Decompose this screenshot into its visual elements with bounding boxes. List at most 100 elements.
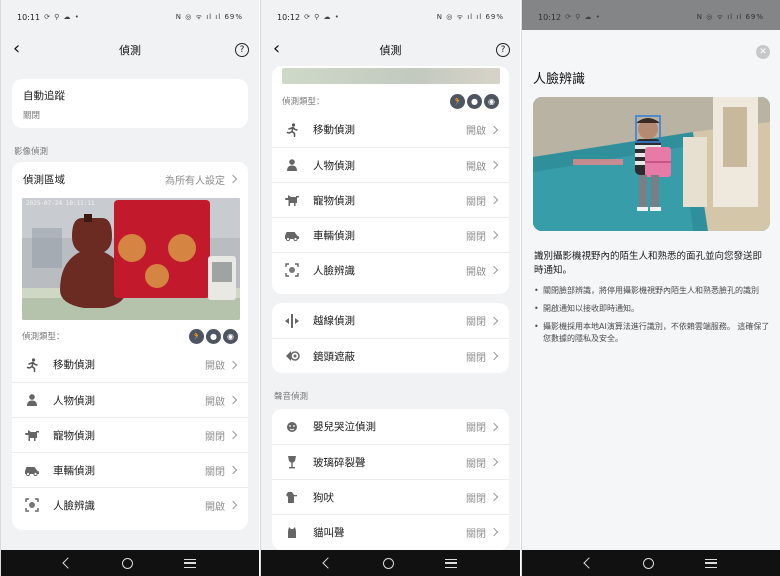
nav-recents-icon[interactable]: [183, 558, 196, 568]
phone-screen-face-recognition-info: 10:12 ⟳ ⚲ ☁ • N ◎ ᯤ ıl ıl 69% ✕ 人臉辨識 識別攝…: [521, 0, 780, 576]
row-face-recognition[interactable]: 人臉辨識 開啟: [272, 252, 509, 287]
back-icon[interactable]: ‹: [13, 40, 20, 58]
chevron-right-icon: [489, 492, 499, 502]
face-recognition-illustration: [533, 97, 770, 231]
dog-icon: [283, 191, 301, 209]
face-recognition-dialog: ✕ 人臉辨識 識別攝影機視野內的陌生人和熟悉的面孔並向您發送即時通知。 • 關閉…: [522, 30, 780, 550]
row-label: 寵物偵測: [53, 429, 95, 442]
row-vehicle-detection[interactable]: 車輛偵測 關閉: [12, 452, 248, 487]
detection-zone-row[interactable]: 偵測區域 為所有人設定: [12, 162, 248, 196]
running-person-icon: 🏃: [189, 328, 204, 344]
row-dog-bark[interactable]: 狗吠 關閉: [272, 479, 509, 514]
row-value: 開啟: [466, 126, 486, 137]
page-title: 偵測: [379, 44, 402, 57]
back-icon[interactable]: ‹: [273, 40, 280, 58]
face-scan-icon: ◉: [223, 328, 238, 344]
status-battery: 69%: [745, 12, 764, 21]
row-face-recognition[interactable]: 人臉辨識 開啟: [12, 487, 248, 522]
chevron-right-icon: [489, 265, 499, 275]
camera-preview[interactable]: 2025-07-24 10:11:11: [22, 198, 240, 320]
nav-home-icon[interactable]: [122, 557, 134, 569]
line-and-lens-card: 越線偵測 關閉 鏡頭遮蔽 關閉: [272, 303, 509, 373]
nav-recents-icon[interactable]: [444, 558, 457, 568]
auto-track-label: 自動追蹤: [23, 90, 65, 102]
row-lens-cover[interactable]: 鏡頭遮蔽 關閉: [272, 338, 509, 373]
status-battery: 69%: [485, 12, 504, 21]
row-pet-detection[interactable]: 寵物偵測 關閉: [272, 182, 509, 217]
chevron-right-icon: [489, 230, 499, 240]
row-value: 開啟: [466, 266, 486, 278]
audio-detection-card: 嬰兒哭泣偵測 關閉 玻璃碎裂聲 關閉 狗吠 關閉 貓叫聲 關閉: [272, 409, 509, 550]
row-value: 關閉: [466, 423, 486, 434]
row-cat-meow[interactable]: 貓叫聲 關閉: [272, 514, 509, 549]
row-motion-detection[interactable]: 移動偵測 開啟: [12, 347, 248, 382]
detection-zone-label: 偵測區域: [23, 173, 65, 186]
nav-back-icon[interactable]: [62, 557, 74, 569]
barking-dog-icon: [283, 488, 301, 506]
android-nav-bar: [522, 550, 780, 576]
status-signal-icons: N ◎ ᯤ ıl ıl: [175, 12, 222, 21]
detection-rows: 移動偵測 開啟 人物偵測 開啟 寵物偵測 關閉 車輛偵測 關閉 人臉辨識 開啟: [12, 347, 248, 522]
status-signal-icons: N ◎ ᯤ ıl ıl: [436, 12, 483, 21]
status-notification-icons: ⟳ ⚲ ☁ •: [44, 13, 80, 21]
chevron-right-icon: [228, 430, 238, 440]
chevron-right-icon: [228, 465, 238, 475]
detection-rows: 移動偵測 開啟 人物偵測 開啟 寵物偵測 關閉 車輛偵測 關閉 人臉辨識 開啟: [272, 112, 509, 287]
close-icon[interactable]: ✕: [756, 45, 770, 59]
row-line-crossing[interactable]: 越線偵測 關閉: [272, 303, 509, 338]
info-bullets: 關閉臉部辨識，將停用攝影機視野內陌生人和熟悉臉孔的識別 開啟通知以接收即時通知。…: [534, 285, 772, 351]
detection-types-header: 偵測類型： 🏃 ● ◉: [272, 90, 509, 112]
status-battery: 69%: [224, 12, 243, 21]
row-label: 移動偵測: [53, 359, 95, 371]
nav-recents-icon[interactable]: [704, 558, 717, 568]
detection-zone-value: 為所有人設定: [165, 175, 225, 187]
nav-home-icon[interactable]: [643, 557, 655, 569]
help-icon[interactable]: ?: [235, 43, 249, 57]
row-person-detection[interactable]: 人物偵測 開啟: [12, 382, 248, 417]
person-icon: ●: [467, 93, 482, 109]
row-pet-detection[interactable]: 寵物偵測 關閉: [12, 417, 248, 452]
row-motion-detection[interactable]: 移動偵測 開啟: [272, 112, 509, 147]
detection-type-list: 偵測類型： 🏃 ● ◉ 移動偵測 開啟 人物偵測 開啟 寵物偵測 關閉 車輛偵測…: [12, 325, 248, 530]
row-label: 嬰兒哭泣偵測: [313, 421, 376, 433]
wine-glass-icon: [283, 453, 301, 471]
row-value: 關閉: [466, 317, 486, 328]
nav-home-icon[interactable]: [382, 557, 394, 569]
top-bar: ‹ 偵測 ?: [1, 34, 259, 66]
running-person-icon: 🏃: [450, 93, 465, 109]
detection-types-icons: 🏃 ● ◉: [189, 328, 238, 344]
chevron-right-icon: [489, 351, 499, 361]
page-title: 偵測: [119, 44, 141, 57]
row-value: 開啟: [466, 161, 486, 173]
row-label: 車輛偵測: [313, 229, 355, 242]
camera-scene-image: [22, 198, 240, 320]
section-video-detection: 影像偵測: [14, 147, 49, 157]
status-signal-icons: N ◎ ᯤ ıl ıl: [696, 12, 743, 21]
row-baby-cry[interactable]: 嬰兒哭泣偵測 關閉: [272, 409, 509, 444]
phone-screen-detection-2: 10:12 ⟳ ⚲ ☁ • N ◎ ᯤ ıl ıl 69% ‹ 偵測 ? 偵測類…: [260, 0, 520, 576]
row-label: 人物偵測: [53, 394, 95, 407]
row-value: 關閉: [466, 352, 486, 364]
nav-back-icon[interactable]: [583, 557, 595, 569]
android-nav-bar: [261, 550, 520, 576]
row-label: 寵物偵測: [313, 194, 355, 207]
chevron-right-icon: [489, 125, 499, 134]
row-vehicle-detection[interactable]: 車輛偵測 關閉: [272, 217, 509, 252]
camera-timestamp: 2025-07-24 10:11:11: [26, 200, 95, 207]
chevron-right-icon: [228, 360, 238, 369]
row-glass-break[interactable]: 玻璃碎裂聲 關閉: [272, 444, 509, 479]
row-value: 關閉: [205, 466, 225, 478]
detection-types-icons: 🏃 ● ◉: [450, 93, 499, 109]
row-label: 越線偵測: [313, 315, 355, 327]
row-value: 開啟: [205, 361, 225, 372]
chevron-right-icon: [489, 316, 499, 325]
auto-track-card[interactable]: 自動追蹤 關閉: [12, 79, 248, 128]
nav-back-icon[interactable]: [322, 557, 334, 569]
chevron-right-icon: [228, 174, 238, 184]
row-person-detection[interactable]: 人物偵測 開啟: [272, 147, 509, 182]
camera-preview-partial[interactable]: [282, 68, 500, 84]
auto-track-value: 關閉: [23, 111, 41, 121]
status-notification-icons: ⟳ ⚲ ☁ •: [304, 13, 340, 21]
status-bar: 10:12 ⟳ ⚲ ☁ • N ◎ ᯤ ıl ıl 69%: [522, 0, 780, 34]
help-icon[interactable]: ?: [496, 43, 510, 57]
